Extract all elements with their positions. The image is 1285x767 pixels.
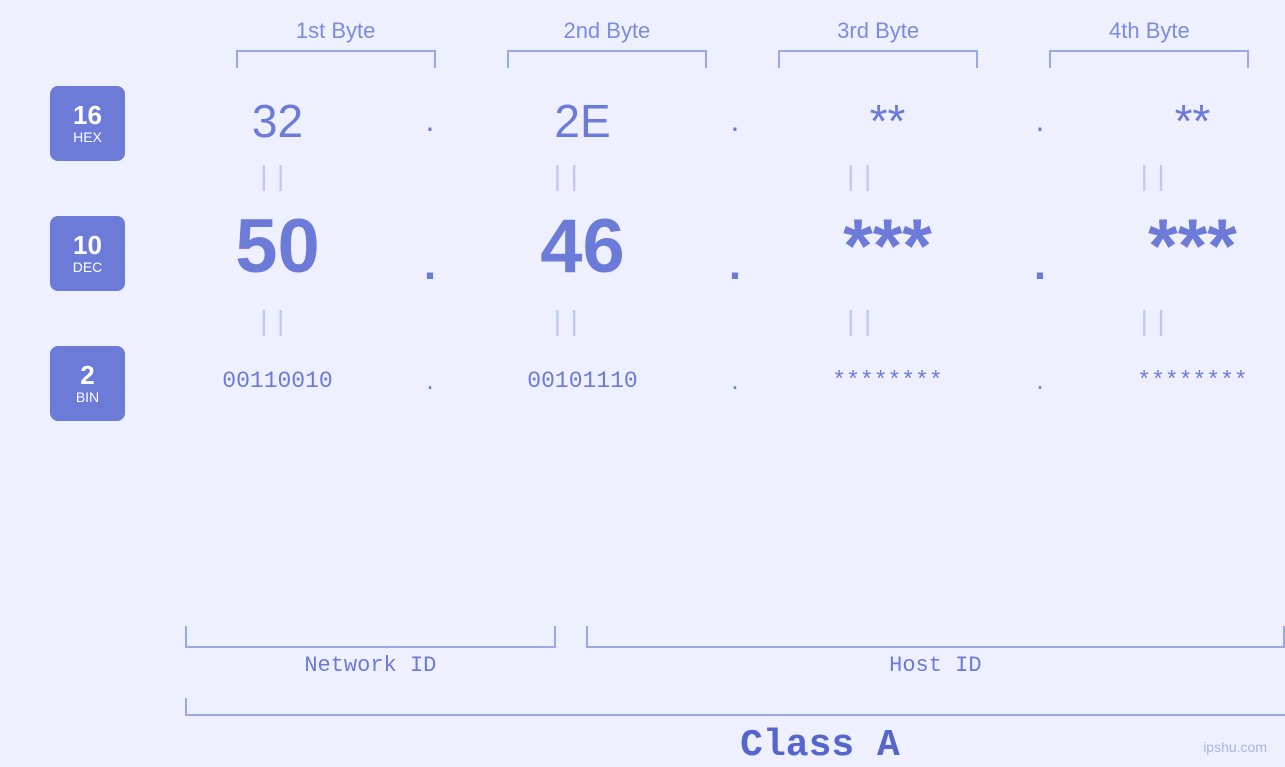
hex-values: 32 . 2E . ** . ** (140, 94, 1285, 148)
hex-val-2: 2E (445, 94, 720, 148)
bin-row: 2 BIN 00110010 . 00101110 . ******** . *… (50, 343, 1285, 418)
hex-val-3: ** (750, 94, 1025, 148)
eq-2-3: || (727, 308, 992, 339)
hex-dot-1: . (415, 102, 445, 139)
hex-dot-2: . (720, 102, 750, 139)
bracket-top-1 (236, 50, 436, 68)
watermark: ipshu.com (1203, 739, 1267, 755)
dec-badge-label: DEC (73, 259, 103, 275)
equals-row-1: || || || || (140, 158, 1285, 198)
byte-1-label: 1st Byte (200, 18, 471, 44)
hex-badge: 16 HEX (50, 86, 125, 156)
hex-badge-box: 16 HEX (50, 86, 125, 161)
bracket-top-2 (507, 50, 707, 68)
bracket-top-4 (1049, 50, 1249, 68)
host-bracket (586, 626, 1285, 648)
bin-badge: 2 BIN (50, 346, 125, 416)
dec-badge-num: 10 (73, 231, 102, 260)
byte-2-label: 2nd Byte (471, 18, 742, 44)
bracket-top-3 (778, 50, 978, 68)
bin-val-3: ******** (750, 368, 1025, 394)
eq-1-2: || (433, 163, 698, 194)
byte-headers: 1st Byte 2nd Byte 3rd Byte 4th Byte (200, 18, 1285, 68)
bin-dot-1: . (415, 365, 445, 396)
bin-val-2: 00101110 (445, 368, 720, 394)
dec-val-2: 46 (445, 203, 720, 290)
eq-2-4: || (1020, 308, 1285, 339)
hex-val-4: ** (1055, 94, 1285, 148)
dec-dot-3: . (1025, 240, 1055, 290)
byte-col-3: 3rd Byte (743, 18, 1014, 68)
class-label: Class A (185, 724, 1285, 767)
hex-val-1: 32 (140, 94, 415, 148)
data-rows: 16 HEX 32 . 2E . ** . ** || || || || (50, 83, 1285, 626)
eq-2-1: || (140, 308, 405, 339)
class-bracket (185, 698, 1285, 716)
network-bracket (185, 626, 556, 648)
bin-badge-box: 2 BIN (50, 346, 125, 421)
hex-dot-3: . (1025, 102, 1055, 139)
host-id-label: Host ID (586, 653, 1285, 678)
dec-row: 10 DEC 50 . 46 . *** . *** (50, 198, 1285, 303)
byte-4-label: 4th Byte (1014, 18, 1285, 44)
bin-dot-2: . (720, 365, 750, 396)
dec-val-3: *** (750, 203, 1025, 290)
byte-col-1: 1st Byte (200, 18, 471, 68)
bracket-bottom-row (185, 626, 1285, 648)
equals-row-2: || || || || (140, 303, 1285, 343)
eq-1-1: || (140, 163, 405, 194)
dec-badge-box: 10 DEC (50, 216, 125, 291)
network-id-label: Network ID (185, 653, 556, 678)
eq-2-2: || (433, 308, 698, 339)
page: 1st Byte 2nd Byte 3rd Byte 4th Byte 16 H… (0, 0, 1285, 767)
eq-1-4: || (1020, 163, 1285, 194)
hex-row: 16 HEX 32 . 2E . ** . ** (50, 83, 1285, 158)
dec-dot-1: . (415, 240, 445, 290)
dec-dot-2: . (720, 240, 750, 290)
dec-val-4: *** (1055, 203, 1285, 290)
bottom-labels: Network ID Host ID (185, 626, 1285, 678)
hex-badge-num: 16 (73, 101, 102, 130)
eq-1-3: || (727, 163, 992, 194)
bin-badge-num: 2 (80, 361, 94, 390)
dec-badge: 10 DEC (50, 216, 125, 286)
dec-values: 50 . 46 . *** . *** (140, 203, 1285, 298)
class-section: Class A (185, 698, 1285, 767)
bin-badge-label: BIN (76, 389, 99, 405)
hex-badge-label: HEX (73, 129, 102, 145)
bin-values: 00110010 . 00101110 . ******** . *******… (140, 365, 1285, 396)
byte-col-2: 2nd Byte (471, 18, 742, 68)
bin-val-1: 00110010 (140, 368, 415, 394)
bin-dot-3: . (1025, 365, 1055, 396)
dec-val-1: 50 (140, 203, 415, 290)
byte-3-label: 3rd Byte (743, 18, 1014, 44)
byte-col-4: 4th Byte (1014, 18, 1285, 68)
bin-val-4: ******** (1055, 368, 1285, 394)
id-label-row: Network ID Host ID (185, 653, 1285, 678)
